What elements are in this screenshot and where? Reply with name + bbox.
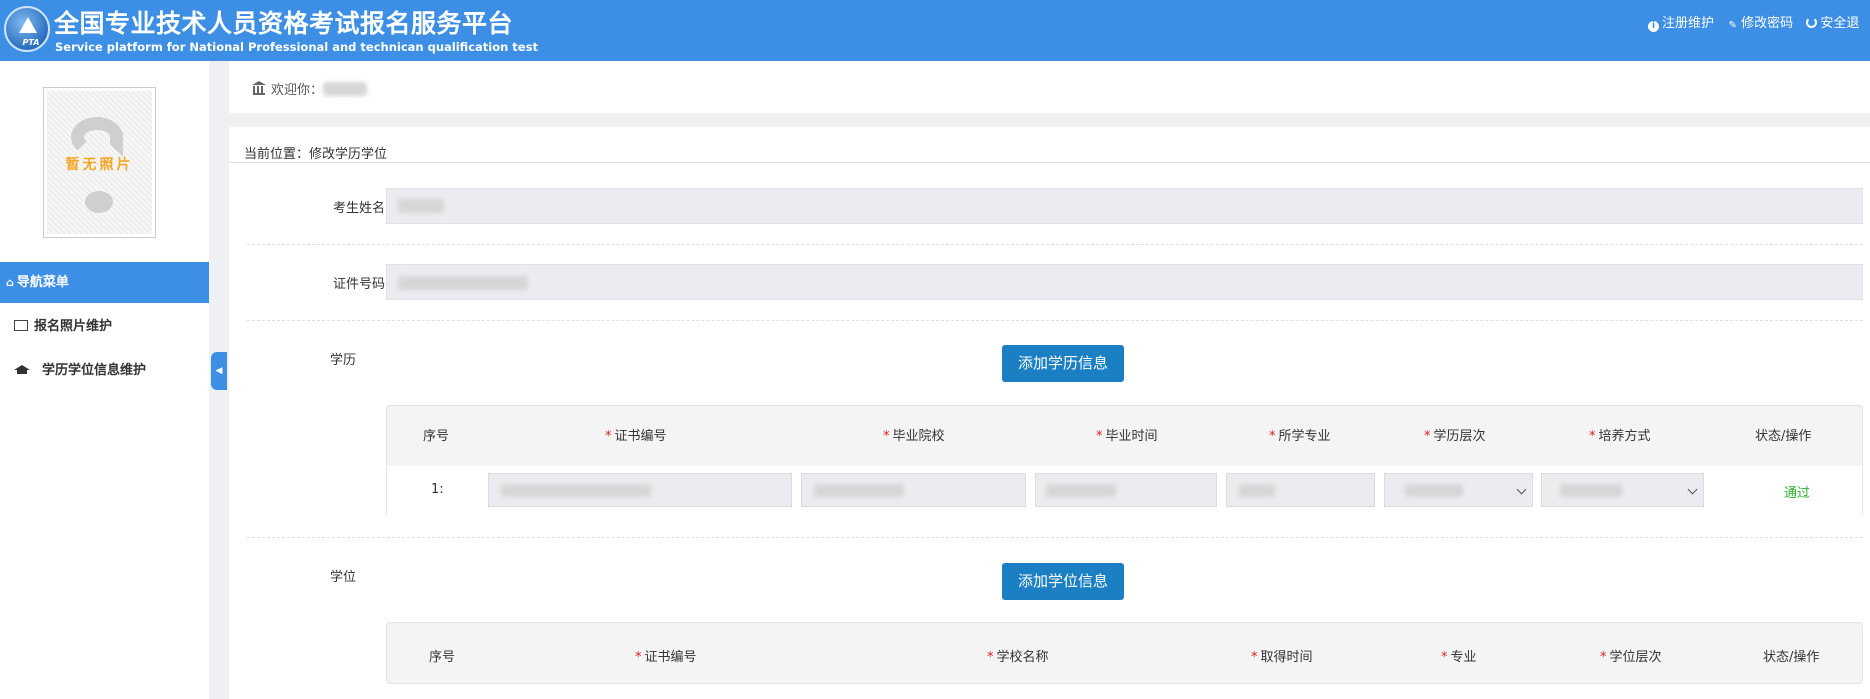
col-status: 状态/操作 [1763,650,1820,665]
nav-menu-header[interactable]: ⌂ 导航菜单 [0,262,209,303]
pta-logo: PTA [4,6,50,52]
sidebar: 暂无照片 ⌂ 导航菜单 报名照片维护 学历学位信息维护 [0,61,209,699]
top-header: PTA 全国专业技术人员资格考试报名服务平台 Service platform … [0,0,1870,61]
info-icon: i [1648,21,1659,32]
col-major: * 专业 [1441,650,1477,665]
grad-time-input[interactable] [1035,473,1217,507]
image-icon [14,320,28,331]
site-title: 全国专业技术人员资格考试报名服务平台 [54,9,514,38]
home-icon: ⌂ [6,276,14,289]
id-number-field [386,264,1863,300]
school-input[interactable] [801,473,1026,507]
header-links: i 注册维护 ✎ 修改密码 安全退 [1648,12,1868,32]
table-row: 1: 通过 [387,466,1862,517]
name-label: 考生姓名 [332,201,385,216]
power-icon [1806,17,1818,28]
graduation-cap-icon [14,364,30,375]
sidebar-item-education[interactable]: 学历学位信息维护 [0,351,209,391]
col-school: * 毕业院校 [883,429,945,444]
main-panel: 当前位置：修改学历学位 考生姓名 证件号码 学历 添加学历信息 序号 * 证书编号… [229,127,1870,699]
col-cert-number: * 证书编号 [635,650,697,665]
welcome-label: 欢迎你： [271,83,324,98]
cert-number-input[interactable] [488,473,792,507]
status-badge: 通过 [1784,486,1811,501]
change-password-link[interactable]: ✎ 修改密码 [1727,16,1793,31]
avatar-photo: 暂无照片 [43,87,156,238]
question-mark-icon [71,117,123,157]
name-field [386,188,1863,224]
register-maintain-link[interactable]: i 注册维护 [1648,16,1714,32]
education-table: 序号 * 证书编号 * 毕业院校 * 毕业时间 * 所学专业 * 学历层次 * 培养方式 状… [386,405,1863,517]
col-status: 状态/操作 [1755,429,1812,444]
chevron-down-icon [1516,484,1527,495]
row-index: 1: [431,482,444,497]
add-degree-button[interactable]: 添加学位信息 [1002,563,1124,600]
col-level: * 学历层次 [1424,429,1486,444]
breadcrumb: 当前位置：修改学历学位 [244,147,388,162]
logo-text: PTA [22,38,40,47]
welcome-bar: 欢迎你： [229,61,1870,113]
id-number-label: 证件号码 [332,277,385,292]
degree-table: 序号 * 证书编号 * 学校名称 * 取得时间 * 专业 * 学位层次 状态/操作 [386,622,1863,684]
col-training-mode: * 培养方式 [1589,429,1651,444]
sidebar-item-photo[interactable]: 报名照片维护 [0,307,209,347]
training-mode-select[interactable] [1541,473,1704,507]
no-photo-label: 暂无照片 [65,157,134,173]
education-label: 学历 [329,353,356,368]
degree-label: 学位 [329,570,356,585]
chevron-down-icon [1687,484,1698,495]
col-grad-time: * 毕业时间 [1096,429,1158,444]
username-redacted [323,82,368,96]
col-degree-level: * 学位层次 [1600,650,1662,665]
col-school-name: * 学校名称 [987,650,1049,665]
col-index: 序号 [429,650,456,665]
logout-link[interactable]: 安全退 [1806,16,1859,31]
col-obtain-time: * 取得时间 [1251,650,1313,665]
edit-icon: ✎ [1728,20,1737,31]
col-index: 序号 [423,429,450,444]
level-select[interactable] [1384,473,1533,507]
add-education-button[interactable]: 添加学历信息 [1002,345,1124,382]
collapse-sidebar-toggle[interactable]: ◀ [211,352,227,390]
bank-icon [252,81,266,95]
col-major: * 所学专业 [1269,429,1331,444]
site-subtitle: Service platform for National Profession… [55,40,538,54]
col-cert-number: * 证书编号 [605,429,667,444]
major-input[interactable] [1226,473,1375,507]
